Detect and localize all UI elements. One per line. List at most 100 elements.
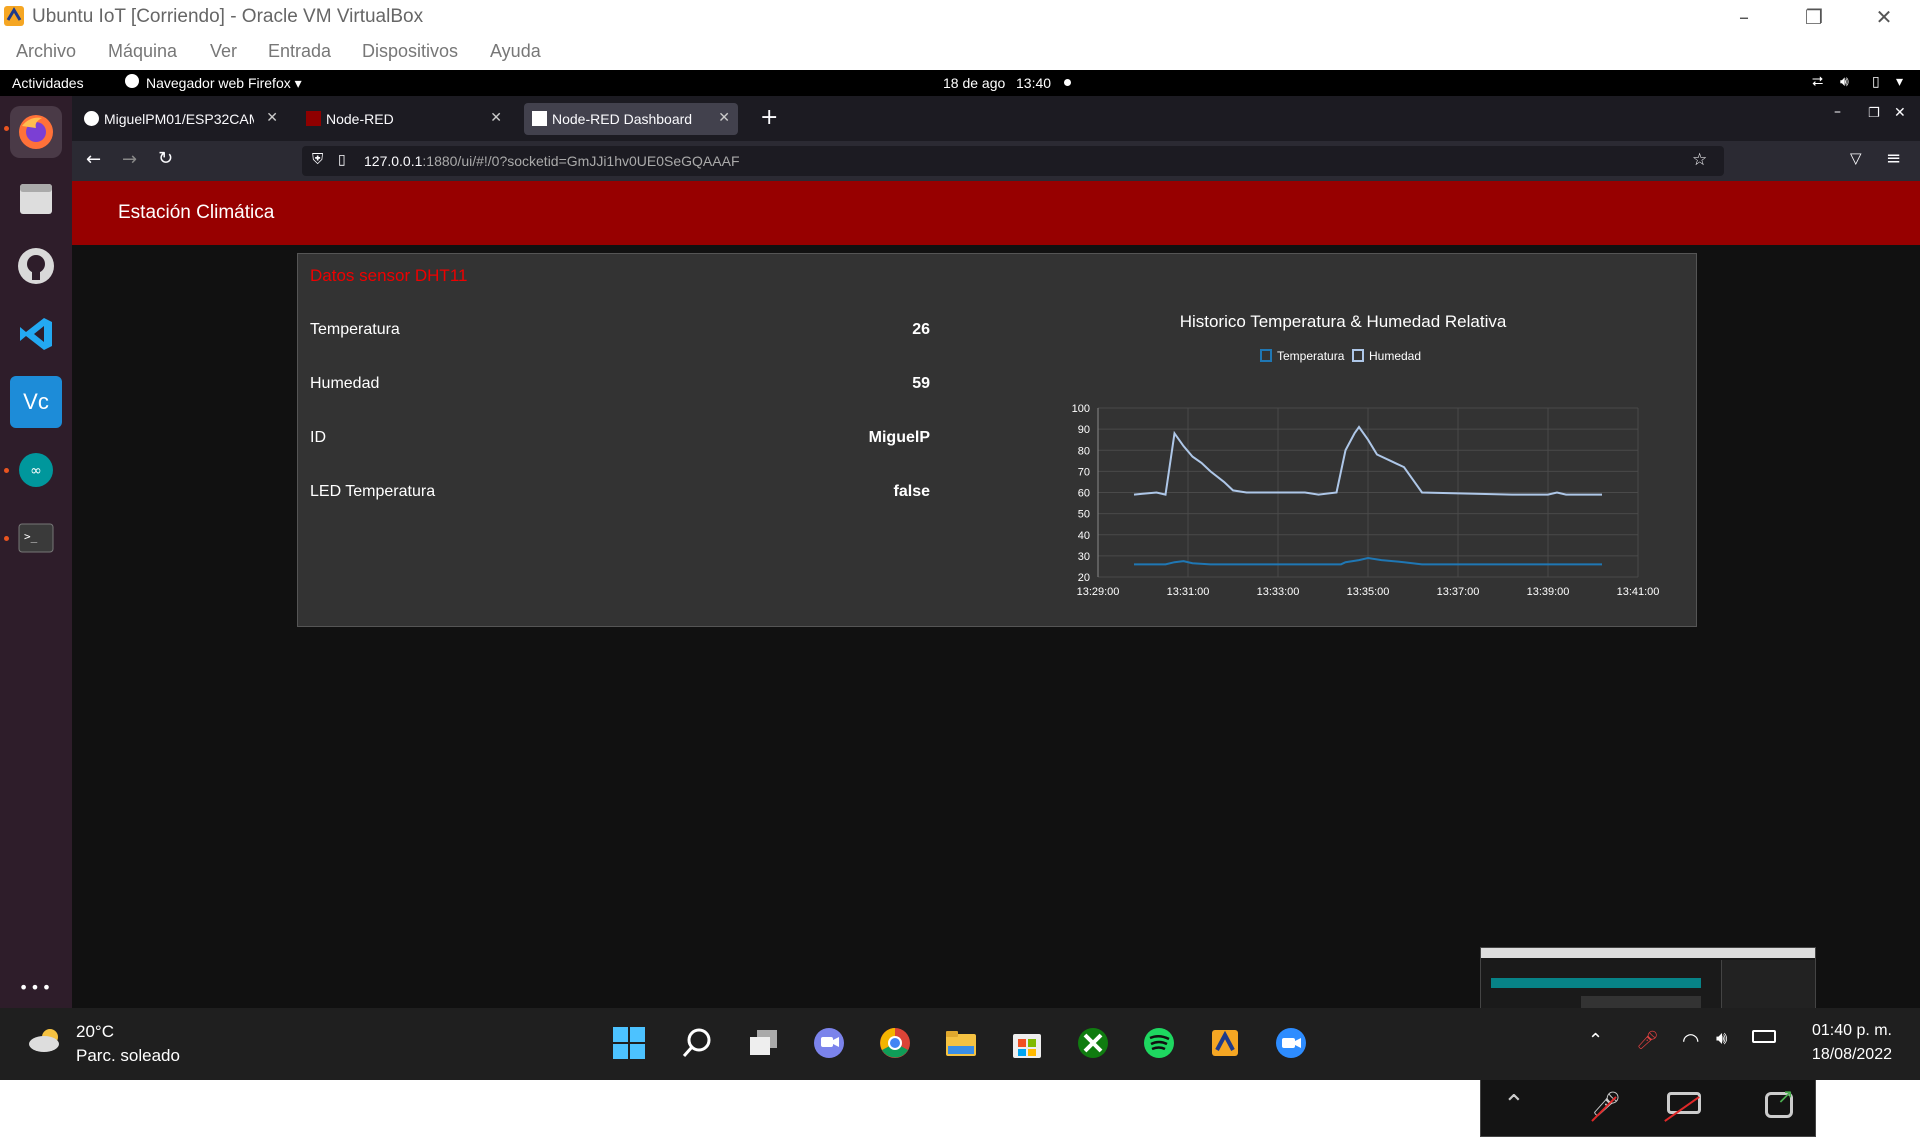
y-tick-label: 90 — [1078, 424, 1090, 436]
y-tick-label: 60 — [1078, 488, 1090, 500]
new-tab-icon[interactable]: + — [760, 105, 778, 130]
video-off-icon[interactable] — [1667, 1092, 1701, 1114]
dashboard-header: Estación Climática — [72, 181, 1920, 245]
files-icon[interactable] — [10, 172, 62, 224]
menu-entrada[interactable]: Entrada — [268, 41, 331, 62]
row-value: false — [893, 483, 930, 500]
spotify-icon[interactable] — [1140, 1024, 1178, 1062]
url-text[interactable]: 127.0.0.1:1880/ui/#!/0?socketid=GmJJi1hv… — [364, 153, 740, 169]
arduino-icon[interactable]: ∞ — [10, 444, 62, 496]
show-hidden-icons-chevron-icon[interactable]: ⌃ — [1588, 1030, 1603, 1051]
browser-tabstrip: MiguelPM01/ESP32CAM_ ✕ Node-RED ✕ Node-R… — [72, 96, 1920, 141]
shield-icon[interactable]: ⛨ — [312, 151, 323, 168]
app-menu[interactable]: Navegador web Firefox ▾ — [146, 75, 302, 92]
menu-dispositivos[interactable]: Dispositivos — [362, 41, 458, 62]
close-tab-icon[interactable]: ✕ — [490, 109, 502, 126]
chart-legend: Temperatura Humedad — [1260, 349, 1421, 363]
firefox-icon[interactable] — [10, 106, 62, 158]
chrome-icon[interactable] — [876, 1024, 914, 1062]
legend-swatch-temperatura — [1260, 349, 1272, 362]
teams-chat-icon[interactable] — [810, 1024, 848, 1062]
back-icon[interactable]: ← — [86, 149, 101, 170]
clock-time[interactable]: 01:40 p. m. — [1806, 1022, 1892, 1040]
menu-maquina[interactable]: Máquina — [108, 41, 177, 62]
forward-icon[interactable]: → — [122, 149, 137, 170]
system-menu-chevron-icon[interactable]: ▾ — [1896, 73, 1903, 90]
data-row-humedad: Humedad 59 — [310, 370, 930, 400]
speaker-icon[interactable]: 🔊︎ — [1716, 1028, 1727, 1049]
x-tick-label: 13:33:00 — [1257, 586, 1300, 598]
topbar-time[interactable]: 13:40 — [1016, 75, 1051, 91]
microsoft-store-icon[interactable] — [1008, 1024, 1046, 1062]
xbox-icon[interactable] — [1074, 1024, 1112, 1062]
menu-ver[interactable]: Ver — [210, 41, 237, 62]
firefox-minimize-icon[interactable]: – — [1834, 104, 1841, 120]
legend-label-humedad: Humedad — [1369, 349, 1421, 363]
url-bar[interactable]: ⛨ ▯ 127.0.0.1:1880/ui/#!/0?socketid=GmJJ… — [302, 146, 1724, 176]
page-title: Estación Climática — [118, 202, 275, 223]
app-menu-icon[interactable]: ≡ — [1886, 148, 1901, 169]
x-tick-label: 13:37:00 — [1437, 586, 1480, 598]
battery-icon[interactable]: ▯ — [1872, 73, 1880, 90]
clock-date[interactable]: 18/08/2022 — [1800, 1046, 1892, 1064]
windows-taskbar: 20°C Parc. soleado ⌃ 🎤︎ ◠ 🔊︎ 01:40 p. m.… — [0, 1008, 1920, 1080]
windows-start-icon[interactable] — [610, 1024, 648, 1062]
firefox-restore-icon[interactable]: ❐ — [1868, 106, 1880, 121]
reload-icon[interactable]: ↻ — [158, 148, 173, 169]
firefox-close-icon[interactable]: ✕ — [1894, 105, 1906, 121]
tab-node-red-dashboard[interactable]: Node-RED Dashboard ✕ — [524, 103, 738, 135]
tab-label: Node-RED — [326, 111, 394, 127]
tab-github[interactable]: MiguelPM01/ESP32CAM_ ✕ — [76, 103, 286, 135]
history-chart[interactable]: Historico Temperatura & Humedad Relativa… — [998, 304, 1688, 624]
volume-icon[interactable]: 🔊︎ — [1840, 73, 1849, 90]
pocket-icon[interactable]: ▽ — [1850, 149, 1862, 167]
github-icon[interactable] — [10, 240, 62, 292]
bookmark-star-icon[interactable]: ☆ — [1692, 150, 1707, 170]
weather-widget[interactable]: 20°C Parc. soleado — [28, 1022, 208, 1068]
show-apps-icon[interactable]: ••• — [10, 972, 62, 1002]
close-tab-icon[interactable]: ✕ — [266, 109, 278, 126]
y-tick-label: 50 — [1078, 509, 1090, 521]
microphone-icon[interactable]: 🎤︎ — [1636, 1030, 1659, 1051]
vscode-icon[interactable] — [10, 308, 62, 360]
close-window-button[interactable]: ✕ — [1856, 2, 1912, 32]
file-explorer-icon[interactable] — [942, 1024, 980, 1062]
share-arrow-icon: ↗ — [1777, 1084, 1794, 1108]
vnc-viewer-icon[interactable]: Vc — [10, 376, 62, 428]
weather-temp: 20°C — [76, 1022, 114, 1041]
network-icon[interactable]: ⮂ — [1812, 73, 1823, 90]
restore-button[interactable]: ❐ — [1786, 2, 1842, 32]
menu-ayuda[interactable]: Ayuda — [490, 41, 541, 62]
svg-text:>_: >_ — [24, 530, 38, 543]
search-icon[interactable] — [678, 1024, 716, 1062]
tab-node-red[interactable]: Node-RED ✕ — [298, 103, 510, 135]
topbar-date[interactable]: 18 de ago — [943, 75, 1005, 91]
virtualbox-taskbar-icon[interactable] — [1206, 1024, 1244, 1062]
y-tick-label: 20 — [1078, 572, 1090, 584]
chart-title: Historico Temperatura & Humedad Relativa — [1180, 312, 1507, 331]
tab-label: Node-RED Dashboard — [552, 111, 693, 127]
zoom-controls-bar: ⌃ 🎤︎ ↗ — [1481, 1080, 1815, 1136]
y-tick-label: 80 — [1078, 445, 1090, 457]
zoom-icon[interactable] — [1272, 1024, 1310, 1062]
page-icon: ▯ — [338, 151, 346, 167]
vbox-menubar: Archivo Máquina Ver Entrada Dispositivos… — [0, 36, 1920, 70]
close-tab-icon[interactable]: ✕ — [718, 109, 730, 126]
activities-button[interactable]: Actividades — [12, 75, 84, 91]
y-tick-label: 40 — [1078, 530, 1090, 542]
terminal-icon[interactable]: >_ — [10, 512, 62, 564]
notification-dot-icon — [1064, 79, 1071, 86]
row-value: 26 — [912, 321, 930, 338]
minimize-button[interactable]: – — [1716, 2, 1772, 32]
svg-text:∞: ∞ — [30, 463, 42, 479]
menu-archivo[interactable]: Archivo — [16, 41, 76, 62]
data-row-temperatura: Temperatura 26 — [310, 316, 930, 346]
task-view-icon[interactable] — [744, 1024, 782, 1062]
battery-charging-icon[interactable] — [1752, 1030, 1776, 1043]
weather-cloud-icon — [28, 1028, 64, 1052]
url-host: 127.0.0.1 — [364, 153, 423, 169]
dashboard-tab-icon — [532, 111, 547, 126]
chart-x-axis: 13:29:00 13:31:00 13:33:00 13:35:00 13:37:00… — [1077, 586, 1660, 598]
chevron-up-icon[interactable]: ⌃ — [1503, 1090, 1525, 1120]
wifi-icon[interactable]: ◠ — [1682, 1028, 1699, 1053]
